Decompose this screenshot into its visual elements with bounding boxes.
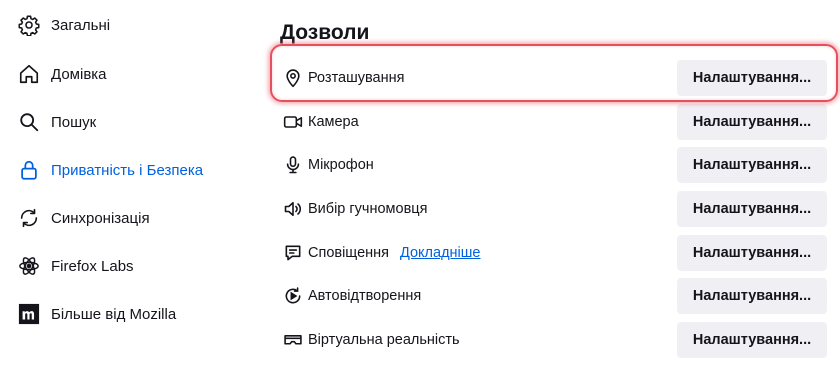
sidebar-item-label: Пошук	[51, 113, 97, 131]
sidebar-item-label: Більше від Mozilla	[51, 305, 177, 323]
permission-row-speaker: Вибір гучномовця Налаштування...	[283, 191, 828, 227]
permission-label: Мікрофон	[308, 157, 374, 173]
gear-icon	[18, 14, 40, 36]
permission-label: Вибір гучномовця	[308, 201, 428, 217]
sidebar-item-privacy-security[interactable]: Приватність і Безпека	[18, 155, 203, 185]
permission-row-autoplay: Автовідтворення Налаштування...	[283, 278, 828, 314]
permission-label: Віртуальна реальність	[308, 332, 460, 348]
permission-row-microphone: Мікрофон Налаштування...	[283, 147, 828, 183]
permission-label: Камера	[308, 114, 359, 130]
sidebar-item-sync[interactable]: Синхронізація	[18, 203, 150, 233]
permission-row-location: Розташування Налаштування...	[283, 60, 828, 96]
home-icon	[18, 63, 40, 85]
lock-icon	[18, 159, 40, 181]
sidebar-item-search[interactable]: Пошук	[18, 107, 96, 137]
mozilla-icon	[18, 303, 40, 325]
speaker-settings-button[interactable]: Налаштування...	[677, 191, 827, 227]
notification-icon	[283, 243, 303, 263]
location-settings-button[interactable]: Налаштування...	[677, 60, 827, 96]
speaker-icon	[283, 199, 303, 219]
virtual-reality-settings-button[interactable]: Налаштування...	[677, 322, 827, 358]
microphone-settings-button[interactable]: Налаштування...	[677, 147, 827, 183]
sidebar-item-label: Загальні	[51, 16, 111, 34]
permission-row-virtual-reality: Віртуальна реальність Налаштування...	[283, 322, 828, 358]
sync-icon	[18, 207, 40, 229]
autoplay-settings-button[interactable]: Налаштування...	[677, 278, 827, 314]
sidebar-item-label: Приватність і Безпека	[51, 161, 204, 179]
sidebar: Загальні Домівка Пошук Приватність і Без…	[0, 0, 250, 365]
learn-more-link[interactable]: Докладніше	[400, 245, 480, 261]
vr-headset-icon	[283, 330, 303, 350]
autoplay-icon	[283, 286, 303, 306]
sidebar-item-label: Синхронізація	[51, 209, 150, 227]
labs-icon	[18, 255, 40, 277]
sidebar-item-more-from-mozilla[interactable]: Більше від Mozilla	[18, 299, 176, 329]
location-pin-icon	[283, 68, 303, 88]
permission-row-notifications: Сповіщення Докладніше Налаштування...	[283, 235, 828, 271]
permission-label: Сповіщення	[308, 245, 390, 261]
microphone-icon	[283, 155, 303, 175]
permission-row-camera: Камера Налаштування...	[283, 104, 828, 140]
sidebar-item-home[interactable]: Домівка	[18, 59, 107, 89]
sidebar-item-general[interactable]: Загальні	[18, 10, 110, 40]
permission-label: Автовідтворення	[308, 288, 422, 304]
sidebar-item-firefox-labs[interactable]: Firefox Labs	[18, 251, 134, 281]
camera-icon	[283, 112, 303, 132]
permission-label: Розташування	[308, 70, 405, 86]
search-icon	[18, 111, 40, 133]
notifications-settings-button[interactable]: Налаштування...	[677, 235, 827, 271]
sidebar-item-label: Firefox Labs	[51, 257, 134, 275]
section-title: Дозволи	[280, 21, 370, 44]
sidebar-item-label: Домівка	[51, 65, 107, 83]
camera-settings-button[interactable]: Налаштування...	[677, 104, 827, 140]
